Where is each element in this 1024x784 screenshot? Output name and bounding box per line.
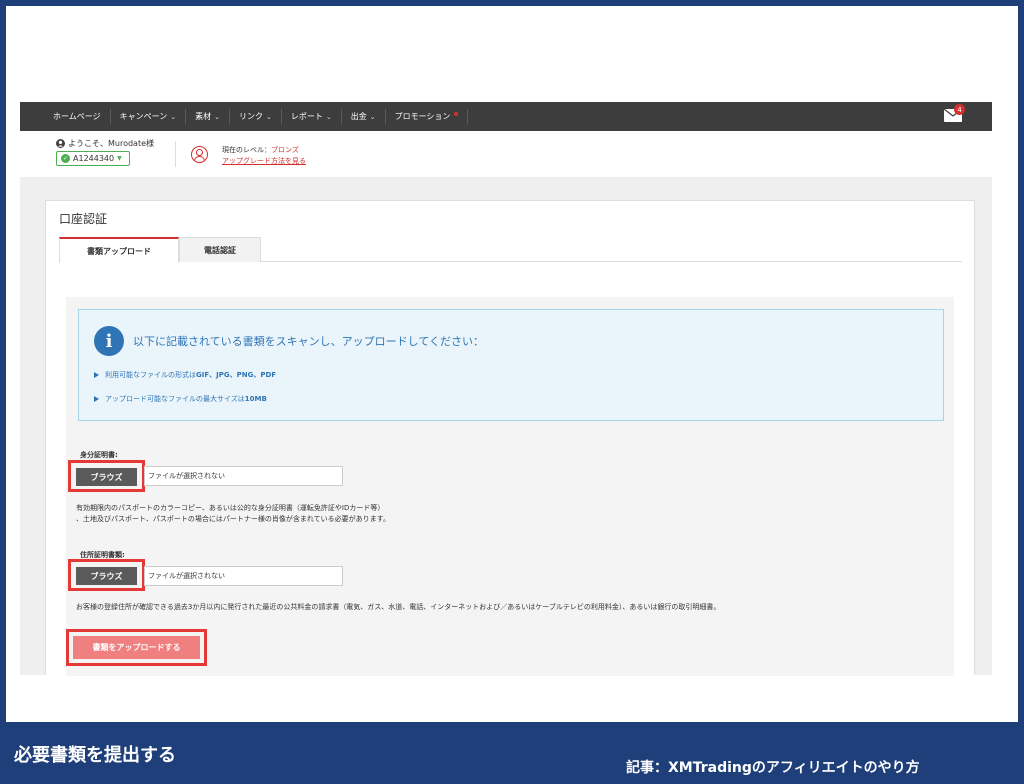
id-file-input[interactable]: ファイルが選択されない bbox=[144, 466, 343, 486]
nav-item-withdrawal[interactable]: 出金 ⌄ bbox=[342, 109, 386, 124]
nav-label: レポート bbox=[290, 112, 323, 121]
level-value: ブロンズ bbox=[271, 146, 299, 154]
note-text: アップロード可能なファイルの最大サイズは bbox=[105, 395, 245, 403]
id-help-text: 有効期限内のパスポートのカラーコピー、あるいは公的な身分証明書（運転免許証やID… bbox=[76, 503, 390, 525]
address-browse-highlight: ブラウズ bbox=[68, 559, 145, 591]
nav-item-promotion[interactable]: プロモーション bbox=[386, 109, 469, 124]
nav-label: 素材 bbox=[195, 112, 212, 121]
help-line: 、土地及びパスポート、パスポートの場合にはパートナー様の肖像が含まれている必要が… bbox=[76, 515, 390, 523]
nav-label: 出金 bbox=[350, 112, 367, 121]
help-line: 有効期限内のパスポートのカラーコピー、あるいは公的な身分証明書（運転免許証やID… bbox=[76, 504, 385, 512]
nav-label: プロモーション bbox=[394, 112, 451, 121]
address-help-text: お客様の登録住所が確認できる過去3か月以内に発行された最近の公共料金の請求書（電… bbox=[76, 603, 721, 611]
user-bar: ようこそ、Murodate様 ✓ A1244340 ▼ 現在のレベル：ブロンズ … bbox=[20, 131, 992, 176]
nav-item-links[interactable]: リンク ⌄ bbox=[230, 109, 282, 124]
chevron-down-icon: ⌄ bbox=[170, 112, 177, 121]
caption-right: 記事：XMTradingのアフィリエイトのやり方 bbox=[626, 760, 920, 776]
page-title: 口座認証 bbox=[59, 212, 108, 226]
mail-badge: 4 bbox=[954, 104, 965, 115]
level-text: 現在のレベル：ブロンズ bbox=[222, 145, 299, 155]
top-navigation: ホームページ キャンペーン ⌄ 素材 ⌄ リンク ⌄ レポート ⌄ 出金 ⌄ プロモーショ… bbox=[20, 102, 992, 131]
triangle-bullet-icon bbox=[94, 372, 99, 378]
notification-dot bbox=[454, 111, 459, 116]
divider bbox=[175, 141, 176, 167]
caption-left: 必要書類を提出する bbox=[14, 745, 176, 766]
nav-item-home[interactable]: ホームページ bbox=[44, 109, 111, 124]
nav-item-materials[interactable]: 素材 ⌄ bbox=[186, 109, 230, 124]
verification-card: 口座認証 書類アップロード 電話認証 i 以下に記載されている書類をスキャンし、… bbox=[45, 200, 975, 676]
nav-item-campaign[interactable]: キャンペーン ⌄ bbox=[111, 109, 187, 124]
nav-item-reports[interactable]: レポート ⌄ bbox=[282, 109, 342, 124]
info-box: i 以下に記載されている書類をスキャンし、アップロードしてください： 利用可能な… bbox=[78, 309, 944, 421]
id-browse-highlight: ブラウズ bbox=[68, 460, 145, 492]
user-icon bbox=[56, 139, 65, 148]
info-icon: i bbox=[94, 326, 124, 356]
welcome-text: ようこそ、Murodate様 bbox=[56, 138, 154, 149]
chevron-down-icon: ⌄ bbox=[369, 112, 376, 121]
nav-label: キャンペーン bbox=[119, 112, 168, 121]
note-text: 利用可能なファイルの形式は bbox=[105, 371, 196, 379]
tab-document-upload[interactable]: 書類アップロード bbox=[59, 237, 179, 263]
id-browse-button[interactable]: ブラウズ bbox=[76, 468, 137, 486]
upload-documents-button[interactable]: 書類をアップロードする bbox=[73, 636, 200, 659]
nav-label: ホームページ bbox=[53, 112, 101, 121]
caret-down-icon: ▼ bbox=[117, 155, 122, 162]
address-browse-button[interactable]: ブラウズ bbox=[76, 567, 137, 585]
info-heading: 以下に記載されている書類をスキャンし、アップロードしてください： bbox=[133, 335, 485, 348]
check-icon: ✓ bbox=[61, 154, 70, 163]
upload-highlight: 書類をアップロードする bbox=[66, 629, 207, 666]
note-bold: 10MB bbox=[244, 395, 267, 403]
chevron-down-icon: ⌄ bbox=[214, 112, 220, 121]
chevron-down-icon: ⌄ bbox=[325, 112, 332, 121]
level-badge-icon bbox=[191, 146, 208, 163]
level-label: 現在のレベル： bbox=[222, 146, 271, 154]
note-bold: GIF、JPG、PNG、PDF bbox=[196, 371, 277, 379]
welcome-label: ようこそ、Murodate様 bbox=[68, 139, 155, 148]
id-document-label: 身分証明書: bbox=[80, 451, 118, 459]
file-format-note: 利用可能なファイルの形式はGIF、JPG、PNG、PDF bbox=[94, 370, 276, 380]
tab-phone-verification[interactable]: 電話認証 bbox=[179, 237, 261, 262]
file-size-note: アップロード可能なファイルの最大サイズは10MB bbox=[94, 394, 267, 404]
address-file-input[interactable]: ファイルが選択されない bbox=[144, 566, 343, 586]
triangle-bullet-icon bbox=[94, 396, 99, 402]
account-selector[interactable]: ✓ A1244340 ▼ bbox=[56, 151, 130, 166]
account-number: A1244340 bbox=[73, 154, 115, 163]
upgrade-link[interactable]: アップグレード方法を見る bbox=[222, 156, 306, 166]
nav-label: リンク bbox=[238, 112, 263, 121]
tab-bar: 書類アップロード 電話認証 bbox=[59, 237, 962, 263]
chevron-down-icon: ⌄ bbox=[265, 112, 272, 121]
upload-panel: i 以下に記載されている書類をスキャンし、アップロードしてください： 利用可能な… bbox=[66, 297, 954, 676]
